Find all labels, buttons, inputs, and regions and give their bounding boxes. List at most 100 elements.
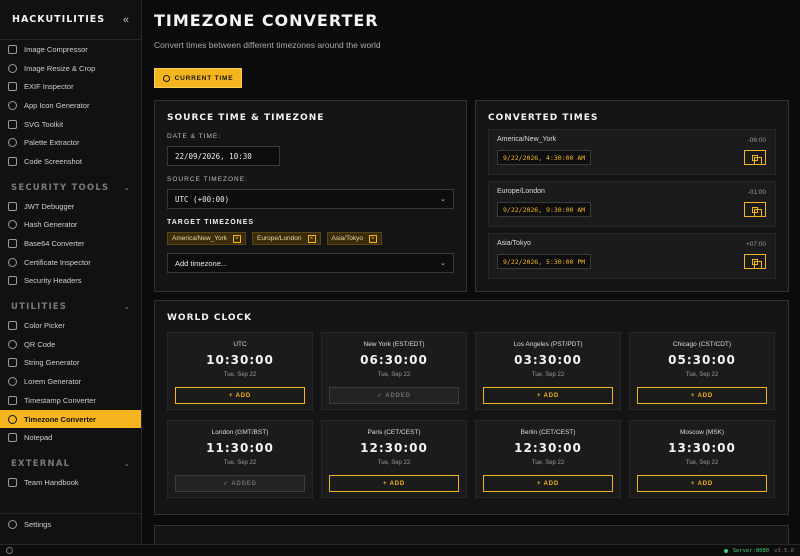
- sidebar-item-qr-code[interactable]: QR Code: [0, 335, 141, 354]
- target-tag-label: America/New_York: [172, 235, 228, 242]
- sidebar-item-team-handbook[interactable]: Team Handbook: [0, 473, 141, 492]
- converted-time-value: 9/22/2026, 5:30:00 PM: [497, 254, 592, 269]
- source-timezone-select[interactable]: UTC (+00:00) ⌄: [167, 189, 454, 209]
- sidebar-item-timezone-converter[interactable]: Timezone Converter: [0, 409, 141, 429]
- sidebar-item-image-resize-crop[interactable]: Image Resize & Crop: [0, 59, 141, 78]
- world-clock-card: Paris (CET/CEST) 12:30:00 Tue, Sep 22 + ADD: [321, 420, 467, 498]
- world-clock-card: London (GMT/BST) 11:30:00 Tue, Sep 22 ✓ ADD…: [167, 420, 313, 498]
- document-icon: [8, 377, 17, 387]
- add-clock-button[interactable]: + ADD: [637, 387, 767, 404]
- camera-icon: [8, 82, 17, 92]
- datetime-value: 22/09/2026, 10:30: [175, 151, 252, 161]
- sidebar-item-label: Base64 Converter: [24, 239, 85, 249]
- chevron-down-icon: ⌄: [440, 260, 446, 267]
- datetime-label: DATE & TIME:: [167, 133, 222, 140]
- clock-time: 12:30:00: [360, 441, 428, 455]
- hash-icon: [8, 220, 17, 230]
- sidebar-divider: [0, 513, 141, 514]
- sidebar-item-security-headers[interactable]: Security Headers: [0, 272, 141, 291]
- clock-time: 10:30:00: [206, 353, 274, 367]
- swap-icon: [8, 239, 17, 249]
- sidebar-item-string-generator[interactable]: String Generator: [0, 354, 141, 373]
- section-utilities[interactable]: UTILITIES ⌄: [0, 298, 141, 316]
- current-time-button[interactable]: CURRENT TIME: [154, 68, 242, 88]
- remove-tag-icon[interactable]: ×: [233, 234, 242, 243]
- sidebar-item-label: Settings: [24, 520, 52, 530]
- sidebar-item-lorem-generator[interactable]: Lorem Generator: [0, 372, 141, 391]
- sidebar-item-color-picker[interactable]: Color Picker: [0, 316, 141, 335]
- clock-icon: [162, 74, 170, 82]
- copy-button[interactable]: [744, 150, 766, 165]
- sidebar-item-label: Team Handbook: [24, 477, 79, 487]
- key-icon: [8, 201, 17, 211]
- chevron-down-icon: ⌄: [123, 183, 131, 192]
- sidebar: HACKUTILITIES « Image Compressor Image Re…: [0, 0, 142, 544]
- sidebar-item-label: Image Compressor: [24, 44, 88, 54]
- add-clock-button[interactable]: + ADD: [483, 387, 613, 404]
- converted-item: Asia/Tokyo +07:00 9/22/2026, 5:30:00 PM: [488, 233, 776, 279]
- sidebar-item-label: Notepad: [24, 433, 53, 443]
- sidebar-item-settings[interactable]: Settings: [0, 515, 141, 534]
- section-title: SECURITY TOOLS: [11, 182, 110, 193]
- sidebar-item-app-icon-generator[interactable]: App Icon Generator: [0, 96, 141, 115]
- sidebar-item-timestamp-converter[interactable]: Timestamp Converter: [0, 391, 141, 410]
- add-clock-button[interactable]: + ADD: [483, 475, 613, 492]
- target-tag-label: Europe/London: [257, 235, 302, 242]
- add-timezone-select[interactable]: Add timezone... ⌄: [167, 253, 454, 273]
- sidebar-item-label: Code Screenshot: [24, 156, 82, 166]
- sidebar-item-label: Timezone Converter: [24, 414, 96, 424]
- section-security-tools[interactable]: SECURITY TOOLS ⌄: [0, 179, 141, 197]
- add-clock-button[interactable]: + ADD: [175, 387, 305, 404]
- remove-tag-icon[interactable]: ×: [307, 234, 316, 243]
- world-clock-panel: WORLD CLOCK UTC 10:30:00 Tue, Sep 22 + ADD N…: [154, 300, 789, 515]
- copy-button[interactable]: [744, 254, 766, 269]
- source-timezone-value: UTC (+00:00): [175, 194, 230, 204]
- camera-icon: [8, 156, 17, 166]
- target-timezone-tags: America/New_York × Europe/London × Asia/Toky…: [167, 232, 454, 245]
- brand-header: HACKUTILITIES «: [0, 0, 141, 40]
- sidebar-item-hash-generator[interactable]: Hash Generator: [0, 216, 141, 235]
- sidebar-item-base64-converter[interactable]: Base64 Converter: [0, 234, 141, 253]
- sidebar-item-image-compressor[interactable]: Image Compressor: [0, 40, 141, 59]
- world-clock-card: Berlin (CET/CEST) 12:30:00 Tue, Sep 22 + AD…: [475, 420, 621, 498]
- clock-date: Tue, Sep 22: [223, 460, 257, 466]
- section-external[interactable]: EXTERNAL ⌄: [0, 455, 141, 473]
- sidebar-item-code-screenshot[interactable]: Code Screenshot: [0, 152, 141, 171]
- shield-icon: [8, 276, 17, 286]
- copy-button[interactable]: [744, 202, 766, 217]
- converted-time-value: 9/22/2026, 4:30:00 AM: [497, 150, 592, 165]
- sidebar-item-palette-extractor[interactable]: Palette Extractor: [0, 133, 141, 152]
- remove-tag-icon[interactable]: ×: [368, 234, 377, 243]
- add-clock-button[interactable]: + ADD: [637, 475, 767, 492]
- sidebar-item-label: Timestamp Converter: [24, 395, 96, 405]
- collapse-sidebar-icon[interactable]: «: [123, 14, 129, 26]
- sidebar-item-label: EXIF Inspector: [24, 82, 74, 92]
- datetime-input[interactable]: 22/09/2026, 10:30: [167, 146, 280, 166]
- clock-date: Tue, Sep 22: [685, 460, 719, 466]
- status-indicator-icon: [6, 547, 13, 554]
- add-clock-button[interactable]: + ADD: [329, 475, 459, 492]
- sidebar-item-jwt-debugger[interactable]: JWT Debugger: [0, 197, 141, 216]
- sidebar-item-label: App Icon Generator: [24, 100, 90, 110]
- sidebar-item-label: Security Headers: [24, 276, 82, 286]
- sidebar-external-group: Team Handbook: [0, 473, 141, 492]
- app-icon: [8, 100, 17, 110]
- copy-icon: [752, 258, 762, 269]
- converted-timezone: Asia/Tokyo: [497, 240, 531, 247]
- clock-city: Berlin (CET/CEST): [520, 429, 576, 436]
- sidebar-item-notepad[interactable]: Notepad: [0, 428, 141, 447]
- source-panel-title: SOURCE TIME & TIMEZONE: [167, 113, 325, 123]
- target-tag-europe-london: Europe/London ×: [252, 232, 321, 245]
- certificate-icon: [8, 257, 17, 267]
- clock-city: Chicago (CST/CDT): [672, 341, 732, 348]
- sidebar-item-certificate-inspector[interactable]: Certificate Inspector: [0, 253, 141, 272]
- sidebar-item-label: String Generator: [24, 358, 80, 368]
- sidebar-item-exif-inspector[interactable]: EXIF Inspector: [0, 77, 141, 96]
- chevron-down-icon: ⌄: [123, 460, 131, 469]
- gear-icon: [8, 520, 17, 530]
- sidebar-item-svg-toolkit[interactable]: SVG Toolkit: [0, 115, 141, 134]
- sidebar-item-label: Lorem Generator: [24, 377, 82, 387]
- crop-icon: [8, 63, 17, 73]
- current-time-label: CURRENT TIME: [174, 74, 234, 82]
- added-button: ✓ ADDED: [175, 475, 305, 492]
